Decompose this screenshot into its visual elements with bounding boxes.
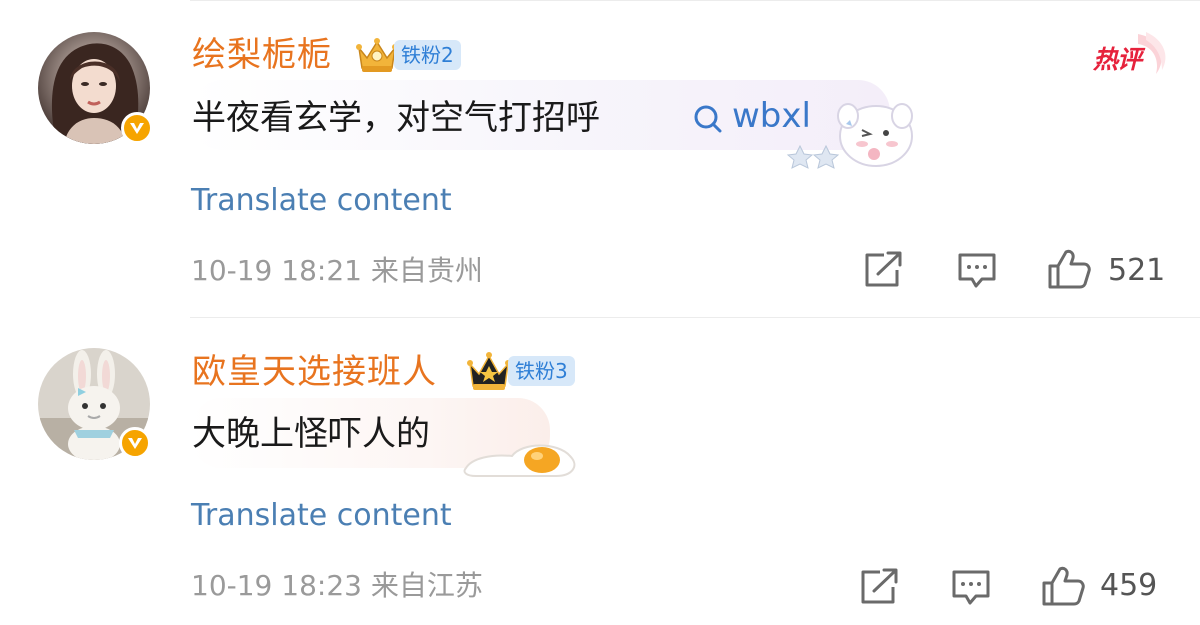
sticker-icon <box>463 444 576 477</box>
verified-badge-icon <box>121 112 153 144</box>
sticker-icon <box>786 103 913 169</box>
like-icon[interactable] <box>1040 564 1086 608</box>
crown-icon <box>467 352 511 390</box>
comment-icon[interactable] <box>950 567 992 607</box>
comment-item: 欧皇天选接班人 铁粉3 大晚上怪吓人的 Translate content 10… <box>0 318 1200 625</box>
like-icon[interactable] <box>1046 247 1092 291</box>
fan-level-badge: 铁粉2 <box>394 40 461 70</box>
fan-level-badge: 铁粉3 <box>508 356 575 386</box>
username[interactable]: 绘梨栀栀 <box>192 38 332 72</box>
like-count: 459 <box>1100 568 1158 603</box>
comment-item: 绘梨栀栀 铁粉2 热评 半夜看玄学，对空气打招呼 wbxl Translate … <box>0 0 1200 318</box>
comment-meta: 10-19 18:23 来自江苏 <box>191 569 483 602</box>
share-icon[interactable] <box>858 567 900 607</box>
username[interactable]: 欧皇天选接班人 <box>192 355 437 389</box>
like-count: 521 <box>1108 253 1166 288</box>
translate-link[interactable]: Translate content <box>191 501 452 531</box>
comment-text: 半夜看玄学，对空气打招呼 <box>192 98 600 138</box>
verified-badge-icon <box>119 427 151 459</box>
hot-comment-badge: 热评 <box>1090 30 1170 80</box>
translate-link[interactable]: Translate content <box>191 186 452 216</box>
comment-meta: 10-19 18:21 来自贵州 <box>191 254 483 287</box>
crown-icon <box>356 38 398 72</box>
comment-icon[interactable] <box>956 250 998 290</box>
share-icon[interactable] <box>862 250 904 290</box>
comment-text: 大晚上怪吓人的 <box>192 414 430 454</box>
search-icon <box>694 105 722 133</box>
hot-comment-label: 热评 <box>1093 45 1142 74</box>
